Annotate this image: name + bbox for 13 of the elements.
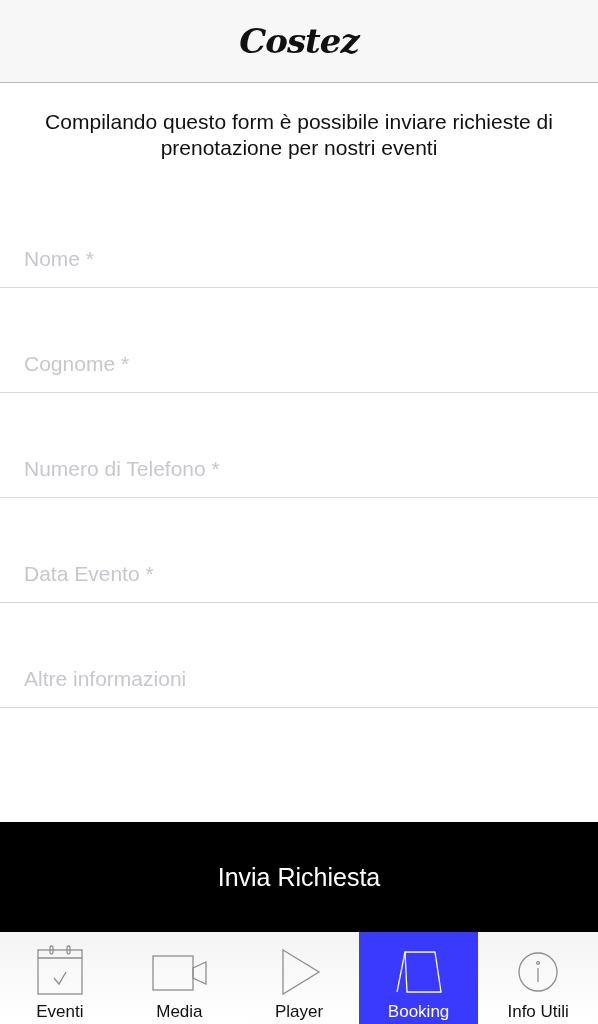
submit-button[interactable]: Invia Richiesta — [0, 822, 598, 932]
input-field[interactable]: Numero di Telefono * — [0, 440, 598, 498]
tab[interactable]: Player — [239, 932, 359, 1024]
input-field[interactable]: Data Evento * — [0, 545, 598, 603]
intro-text: Compilando questo form è possibile inviare richieste di prenotazione per nostri eventi — [44, 109, 554, 161]
input-field[interactable]: Nome * — [0, 230, 598, 288]
tab[interactable]: Eventi — [0, 932, 120, 1024]
input-field[interactable]: Altre informazioni — [0, 650, 598, 708]
input-field[interactable]: Cognome * — [0, 335, 598, 393]
tab[interactable]: Info Utili — [478, 932, 598, 1024]
tab[interactable]: Media — [119, 932, 240, 1024]
tab[interactable]: Booking — [358, 932, 479, 1024]
logo: Costez — [239, 21, 359, 61]
